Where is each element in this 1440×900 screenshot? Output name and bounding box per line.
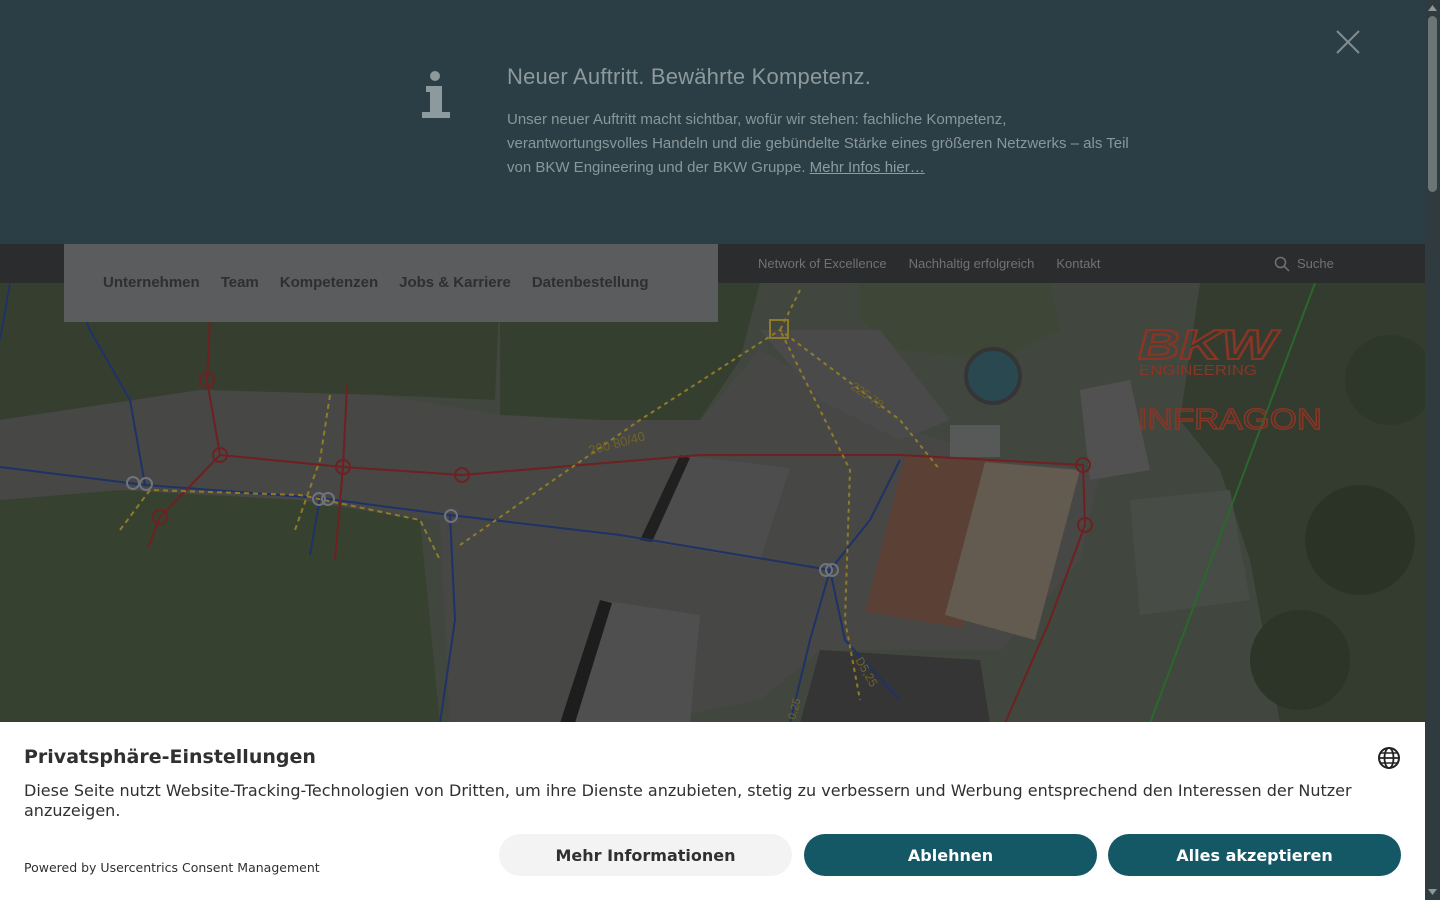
- deny-button[interactable]: Ablehnen: [804, 834, 1097, 876]
- search-label: Suche: [1297, 256, 1334, 271]
- nav-item-team[interactable]: Team: [221, 274, 259, 291]
- search-button[interactable]: Suche: [1274, 244, 1334, 283]
- search-icon: [1274, 256, 1290, 272]
- logo-engineering: ENGINEERING: [1139, 362, 1257, 379]
- nav-item-kompetenzen[interactable]: Kompetenzen: [280, 274, 378, 291]
- nav-item-unternehmen[interactable]: Unternehmen: [103, 274, 200, 291]
- nav-item-datenbestellung[interactable]: Datenbestellung: [532, 274, 649, 291]
- banner-title: Neuer Auftritt. Bewährte Kompetenz.: [507, 64, 872, 89]
- meta-nav-kontakt[interactable]: Kontakt: [1056, 256, 1100, 271]
- scroll-up-arrow-icon[interactable]: [1426, 2, 1439, 14]
- more-information-button[interactable]: Mehr Informationen: [499, 834, 792, 876]
- more-info-link[interactable]: Mehr Infos hier…: [810, 159, 925, 176]
- nav-item-jobs-karriere[interactable]: Jobs & Karriere: [399, 274, 511, 291]
- globe-icon[interactable]: [1377, 746, 1401, 770]
- consent-text: Diese Seite nutzt Website-Tracking-Techn…: [24, 781, 1352, 820]
- bkw-engineering-infragon-logo[interactable]: BKW ENGINEERING INFRAGON: [1137, 320, 1328, 437]
- meta-nav-nachhaltig-erfolgreich[interactable]: Nachhaltig erfolgreich: [909, 256, 1035, 271]
- powered-by-text: Powered by Usercentrics Consent Manageme…: [24, 860, 320, 875]
- banner-text: Unser neuer Auftritt macht sichtbar, wof…: [507, 108, 1147, 180]
- consent-panel: Privatsphäre-Einstellungen Diese Seite n…: [0, 722, 1425, 900]
- meta-nav: Network of Excellence Nachhaltig erfolgr…: [758, 244, 1122, 283]
- close-icon[interactable]: [1332, 26, 1364, 58]
- info-icon: [422, 71, 450, 118]
- scroll-down-arrow-icon[interactable]: [1426, 886, 1439, 898]
- meta-nav-network-of-excellence[interactable]: Network of Excellence: [758, 256, 887, 271]
- main-nav: Unternehmen Team Kompetenzen Jobs & Karr…: [64, 244, 718, 322]
- info-banner: Neuer Auftritt. Bewährte Kompetenz. Unse…: [0, 0, 1425, 244]
- logo-infragon: INFRAGON: [1138, 404, 1322, 433]
- scrollbar-thumb[interactable]: [1428, 16, 1437, 192]
- consent-title: Privatsphäre-Einstellungen: [24, 746, 316, 768]
- accept-all-button[interactable]: Alles akzeptieren: [1108, 834, 1401, 876]
